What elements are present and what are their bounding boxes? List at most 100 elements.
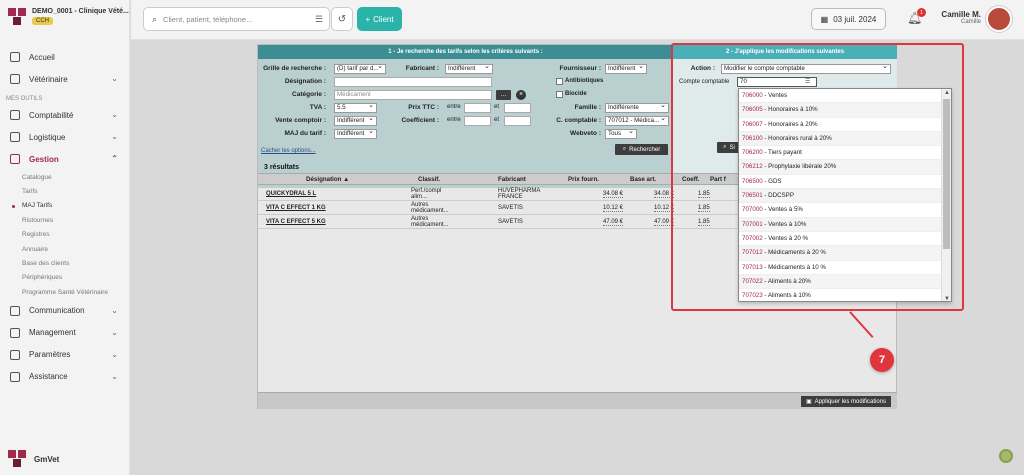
sidebar-subitem-programme-sante[interactable]: Programme Santé Vétérinaire bbox=[0, 285, 130, 299]
cacher-options-link[interactable]: Cacher les options... bbox=[261, 148, 316, 154]
search-icon: ⌕ bbox=[152, 13, 158, 24]
lifebuoy-icon bbox=[10, 371, 20, 382]
sidebar-subitem-catalogue[interactable]: Catalogue bbox=[0, 170, 130, 184]
webveto-select[interactable]: Tous bbox=[605, 129, 637, 139]
gear-icon bbox=[10, 349, 20, 360]
antibiotiques-label: Antibiotiques bbox=[565, 78, 604, 84]
chevron-down-icon: ⌄ bbox=[111, 371, 118, 381]
vente-comptoir-select[interactable]: Indifférent bbox=[334, 116, 377, 126]
topbar: ⌕ ☰ ↺ +Client ▦03 juil. 2024 🔔︎ 1 Camill… bbox=[131, 0, 1024, 40]
compte-comptable-filter-select[interactable]: 707012 - Médica... bbox=[605, 116, 669, 126]
tva-select[interactable]: 5.5 bbox=[334, 103, 377, 113]
row-designation[interactable]: QUICKYDRAL 5 L bbox=[266, 191, 316, 197]
plus-icon: + bbox=[365, 14, 371, 24]
prix-max-input[interactable] bbox=[504, 103, 531, 113]
user-info[interactable]: Camille M. Camille bbox=[937, 10, 981, 25]
sidebar-item-accueil[interactable]: Accueil bbox=[0, 46, 130, 68]
history-button[interactable]: ↺ bbox=[331, 7, 353, 31]
designation-input[interactable] bbox=[334, 77, 492, 87]
step-callout: 7 bbox=[870, 348, 894, 372]
search-input[interactable] bbox=[163, 14, 294, 24]
sidebar-subitem-tarifs[interactable]: Tarifs bbox=[0, 184, 130, 198]
row-prix-fourn[interactable]: 34.08 € bbox=[603, 191, 624, 198]
sidebar-subitem-registres[interactable]: Registres bbox=[0, 228, 130, 242]
sidebar-item-communication[interactable]: Communication ⌄ bbox=[0, 300, 130, 322]
col-designation[interactable]: Désignation ▲ bbox=[306, 176, 349, 183]
col-fabricant[interactable]: Fabricant bbox=[498, 176, 526, 183]
database-icon bbox=[10, 154, 20, 164]
sidebar-item-management[interactable]: Management ⌄ bbox=[0, 322, 130, 344]
date-picker-button[interactable]: ▦ 03 juil. 2024 bbox=[811, 8, 886, 30]
search-box[interactable]: ⌕ ☰ bbox=[143, 7, 330, 31]
gmvet-logo-icon bbox=[8, 450, 26, 468]
history-icon: ↺ bbox=[337, 13, 347, 25]
add-client-button[interactable]: + Client bbox=[357, 7, 402, 31]
sidebar-subitem-peripheriques[interactable]: Périphériques bbox=[0, 271, 130, 285]
sidebar-subitem-annuaire[interactable]: Annuaire bbox=[0, 242, 130, 256]
categorie-input[interactable]: Médicament bbox=[334, 90, 492, 100]
categorie-browse-button[interactable]: … bbox=[496, 90, 511, 100]
row-classif: Perf./compl alim... bbox=[411, 188, 442, 200]
stethoscope-icon bbox=[10, 74, 20, 84]
clear-icon[interactable]: × bbox=[516, 90, 526, 100]
prix-min-input[interactable] bbox=[464, 103, 491, 113]
save-icon: ▣ bbox=[805, 399, 812, 405]
coef-et-label: et bbox=[494, 117, 500, 123]
sidebar-subitem-ristournes[interactable]: Ristournes bbox=[0, 213, 130, 227]
panel-footer: ▣ Appliquer les modifications bbox=[258, 392, 897, 409]
chevron-down-icon: ⌄ bbox=[111, 349, 118, 359]
famille-label: Famille : bbox=[574, 104, 601, 111]
row-designation[interactable]: VITA C EFFECT 5 KG bbox=[266, 219, 326, 225]
sidebar-item-logistique[interactable]: Logistique ⌄ bbox=[0, 126, 130, 148]
sidebar-subitem-maj-tarifs[interactable]: MAJ Tarifs bbox=[0, 199, 130, 213]
clinic-switcher[interactable]: DEMO_0001 - Clinique Vété... CCH bbox=[8, 8, 129, 26]
fournisseur-select[interactable]: Indifférent bbox=[605, 64, 647, 74]
app-brand: GmVet bbox=[8, 450, 59, 468]
avatar[interactable] bbox=[986, 6, 1012, 32]
categorie-label: Catégorie : bbox=[292, 91, 326, 98]
coefficient-label: Coefficient : bbox=[401, 117, 439, 124]
coef-min-input[interactable] bbox=[464, 116, 491, 126]
chevron-down-icon: ⌄ bbox=[111, 327, 118, 337]
fournisseur-label: Fournisseur : bbox=[559, 65, 601, 72]
coef-max-input[interactable] bbox=[504, 116, 531, 126]
sidebar-nav: Accueil Vétérinaire ⌄ MES OUTILS Comptabi… bbox=[0, 46, 130, 388]
tva-label: TVA : bbox=[309, 104, 326, 111]
search-icon: ⌕ bbox=[622, 146, 627, 152]
apply-modifications-button[interactable]: ▣ Appliquer les modifications bbox=[800, 396, 891, 407]
row-designation[interactable]: VITA C EFFECT 1 KG bbox=[266, 205, 326, 211]
col-prix-fourn[interactable]: Prix fourn. bbox=[568, 176, 599, 183]
nav-section-title: MES OUTILS bbox=[6, 96, 43, 102]
sidebar-item-comptabilite[interactable]: Comptabilité ⌄ bbox=[0, 104, 130, 126]
sidebar-item-gestion[interactable]: Gestion ⌃ bbox=[0, 148, 130, 170]
col-base-art[interactable]: Base art. bbox=[630, 176, 656, 183]
antibiotiques-checkbox[interactable] bbox=[556, 78, 563, 85]
biocide-checkbox[interactable] bbox=[556, 91, 563, 98]
criteria-header: 1 - Je recherche des tarifs selon les cr… bbox=[258, 45, 673, 59]
sidebar-item-assistance[interactable]: Assistance ⌄ bbox=[0, 366, 130, 388]
row-prix-fourn[interactable]: 47.09 € bbox=[603, 219, 624, 226]
clinic-badge: CCH bbox=[32, 17, 53, 25]
row-prix-fourn[interactable]: 10.12 € bbox=[603, 205, 624, 212]
maj-tarif-select[interactable]: Indifférent bbox=[334, 129, 377, 139]
sidebar: DEMO_0001 - Clinique Vété... CCH Accueil… bbox=[0, 0, 130, 475]
calendar-icon: ▦ bbox=[820, 14, 829, 24]
row-fabricant: SAVETIS bbox=[498, 205, 523, 211]
col-classif[interactable]: Classif. bbox=[418, 176, 440, 183]
highlight-frame bbox=[671, 43, 964, 311]
grille-select[interactable]: (D) tarif par d... bbox=[334, 64, 386, 74]
results-count: 3 résultats bbox=[264, 164, 300, 171]
box-icon bbox=[10, 132, 20, 142]
sidebar-item-veterinaire[interactable]: Vétérinaire ⌄ bbox=[0, 68, 130, 90]
row-classif: Autres médicament... bbox=[411, 202, 449, 214]
filter-icon[interactable]: ☰ bbox=[315, 14, 323, 25]
fabricant-label: Fabricant : bbox=[405, 65, 439, 72]
sidebar-item-parametres[interactable]: Paramètres ⌄ bbox=[0, 344, 130, 366]
fabricant-select[interactable]: Indifférent bbox=[445, 64, 493, 74]
help-icon[interactable] bbox=[999, 449, 1013, 463]
famille-select[interactable]: Indifférente bbox=[605, 103, 669, 113]
rechercher-button[interactable]: ⌕ Rechercher bbox=[615, 144, 668, 155]
sidebar-subitem-base-clients[interactable]: Base des clients bbox=[0, 256, 130, 270]
row-fabricant: SAVETIS bbox=[498, 219, 523, 225]
row-fabricant: HUVEPHARMA FRANCE bbox=[498, 188, 541, 200]
